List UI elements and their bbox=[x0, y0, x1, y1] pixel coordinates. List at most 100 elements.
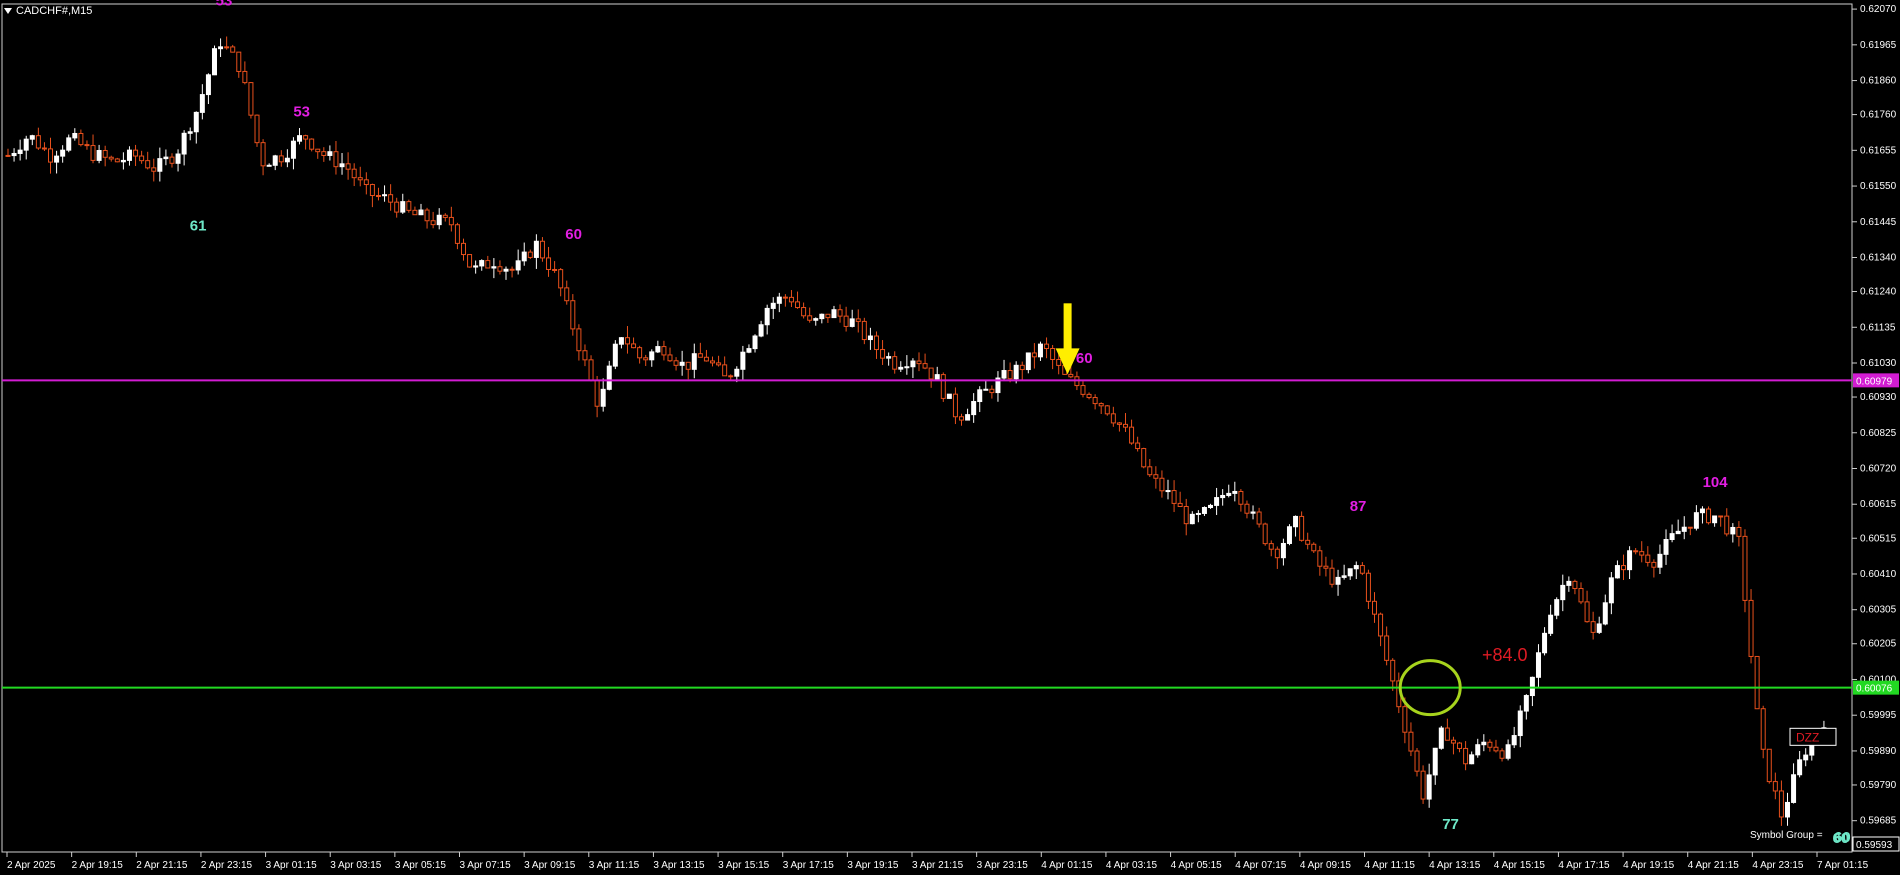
candle-body bbox=[1317, 550, 1323, 567]
candle-body bbox=[108, 156, 114, 160]
candle-body bbox=[1208, 504, 1214, 509]
candle-body bbox=[1232, 490, 1238, 494]
candle-body bbox=[1420, 770, 1426, 800]
candle-body bbox=[1201, 507, 1207, 514]
candle-body bbox=[1669, 533, 1675, 541]
candle-body bbox=[248, 82, 254, 116]
candle-body bbox=[1736, 526, 1742, 537]
x-tick-label: 4 Apr 03:15 bbox=[1106, 860, 1158, 871]
x-tick-label: 4 Apr 21:15 bbox=[1688, 860, 1740, 871]
candle-body bbox=[1311, 543, 1317, 552]
candle-body bbox=[679, 361, 685, 366]
candle-body bbox=[965, 414, 971, 421]
candle-body bbox=[1614, 565, 1620, 579]
swing_high-label: 60 bbox=[1076, 350, 1093, 367]
y-tick-label: 0.59890 bbox=[1860, 746, 1897, 757]
candle-body bbox=[1025, 352, 1031, 371]
y-tick-label: 0.60720 bbox=[1860, 463, 1897, 474]
candle-body bbox=[1633, 550, 1639, 553]
candle-body bbox=[1159, 477, 1165, 492]
candle-body bbox=[205, 74, 211, 96]
candle-body bbox=[1092, 397, 1098, 405]
candle-body bbox=[1766, 748, 1772, 783]
x-tick-label: 4 Apr 17:15 bbox=[1558, 860, 1610, 871]
candle-body bbox=[1651, 561, 1657, 568]
candle-body bbox=[1189, 513, 1195, 525]
candle-body bbox=[1748, 599, 1754, 657]
candle-body bbox=[1803, 754, 1809, 761]
candle-body bbox=[145, 160, 151, 169]
candle-body bbox=[855, 318, 861, 322]
candle-body bbox=[1129, 426, 1135, 444]
candle-body bbox=[1469, 754, 1475, 765]
candle-body bbox=[1754, 655, 1760, 710]
y-tick-label: 0.61240 bbox=[1860, 287, 1897, 298]
candle-body bbox=[1426, 774, 1432, 800]
candle-body bbox=[66, 137, 72, 151]
candle-body bbox=[1548, 614, 1554, 634]
candle-body bbox=[1080, 385, 1086, 395]
candle-body bbox=[224, 46, 230, 49]
candle-body bbox=[388, 194, 394, 203]
y-tick-label: 0.61860 bbox=[1860, 76, 1897, 87]
candle-body bbox=[837, 309, 843, 317]
x-tick-label: 3 Apr 23:15 bbox=[977, 860, 1029, 871]
candle-body bbox=[1044, 343, 1050, 350]
price-chart[interactable]: 0.62070 0.61965 0.61860 0.61760 0.61655 0.615… bbox=[0, 0, 1900, 875]
candle-body bbox=[867, 335, 873, 341]
x-tick-label: 3 Apr 03:15 bbox=[330, 860, 382, 871]
current-price-label: 0.59593 bbox=[1856, 840, 1893, 851]
candle-body bbox=[1621, 565, 1627, 571]
candle-body bbox=[230, 46, 236, 53]
candle-body bbox=[400, 201, 406, 213]
candle-body bbox=[1104, 405, 1110, 415]
swing_low-label: 77 bbox=[1442, 816, 1459, 833]
candle-body bbox=[782, 296, 788, 299]
candle-body bbox=[952, 393, 958, 418]
candle-body bbox=[297, 135, 303, 142]
candle-body bbox=[1499, 750, 1505, 759]
candle-body bbox=[1639, 551, 1645, 556]
candle-body bbox=[934, 374, 940, 380]
candle-body bbox=[351, 168, 357, 179]
candle-body bbox=[78, 132, 84, 146]
candle-body bbox=[430, 220, 436, 226]
magenta_level-price-label: 0.60979 bbox=[1856, 376, 1893, 387]
candle-body bbox=[795, 301, 801, 309]
candle-body bbox=[1517, 710, 1523, 737]
candle-body bbox=[1226, 492, 1232, 496]
candle-body bbox=[1238, 490, 1244, 505]
candle-body bbox=[515, 260, 521, 271]
candle-body bbox=[1706, 508, 1712, 524]
candle-body bbox=[1171, 490, 1177, 504]
candle-body bbox=[1110, 413, 1116, 424]
y-tick-label: 0.61760 bbox=[1860, 110, 1897, 121]
candle-body bbox=[722, 364, 728, 377]
candle-body bbox=[1019, 364, 1025, 371]
x-tick-label: 3 Apr 15:15 bbox=[718, 860, 770, 871]
candle-body bbox=[169, 156, 175, 164]
candle-body bbox=[1438, 727, 1444, 749]
candle-body bbox=[369, 184, 375, 197]
candle-body bbox=[667, 354, 673, 362]
candle-body bbox=[303, 135, 309, 140]
swing_high-label: 53 bbox=[293, 103, 310, 120]
candle-body bbox=[1007, 370, 1013, 380]
candle-body bbox=[588, 359, 594, 381]
candle-body bbox=[1402, 706, 1408, 733]
candle-body bbox=[175, 153, 181, 164]
candle-body bbox=[1013, 364, 1019, 380]
candle-body bbox=[1183, 505, 1189, 525]
candle-body bbox=[813, 318, 819, 321]
x-tick-label: 3 Apr 21:15 bbox=[912, 860, 964, 871]
x-tick-label: 4 Apr 13:15 bbox=[1429, 860, 1481, 871]
candle-body bbox=[1214, 497, 1220, 506]
candle-body bbox=[126, 149, 132, 161]
symbol-group-value: 60 bbox=[1834, 829, 1851, 846]
y-tick-label: 0.62070 bbox=[1860, 4, 1897, 15]
candle-body bbox=[1001, 370, 1007, 379]
candle-body bbox=[96, 150, 102, 161]
candle-body bbox=[1481, 741, 1487, 746]
candle-body bbox=[1274, 548, 1280, 559]
x-tick-label: 2 Apr 23:15 bbox=[201, 860, 253, 871]
